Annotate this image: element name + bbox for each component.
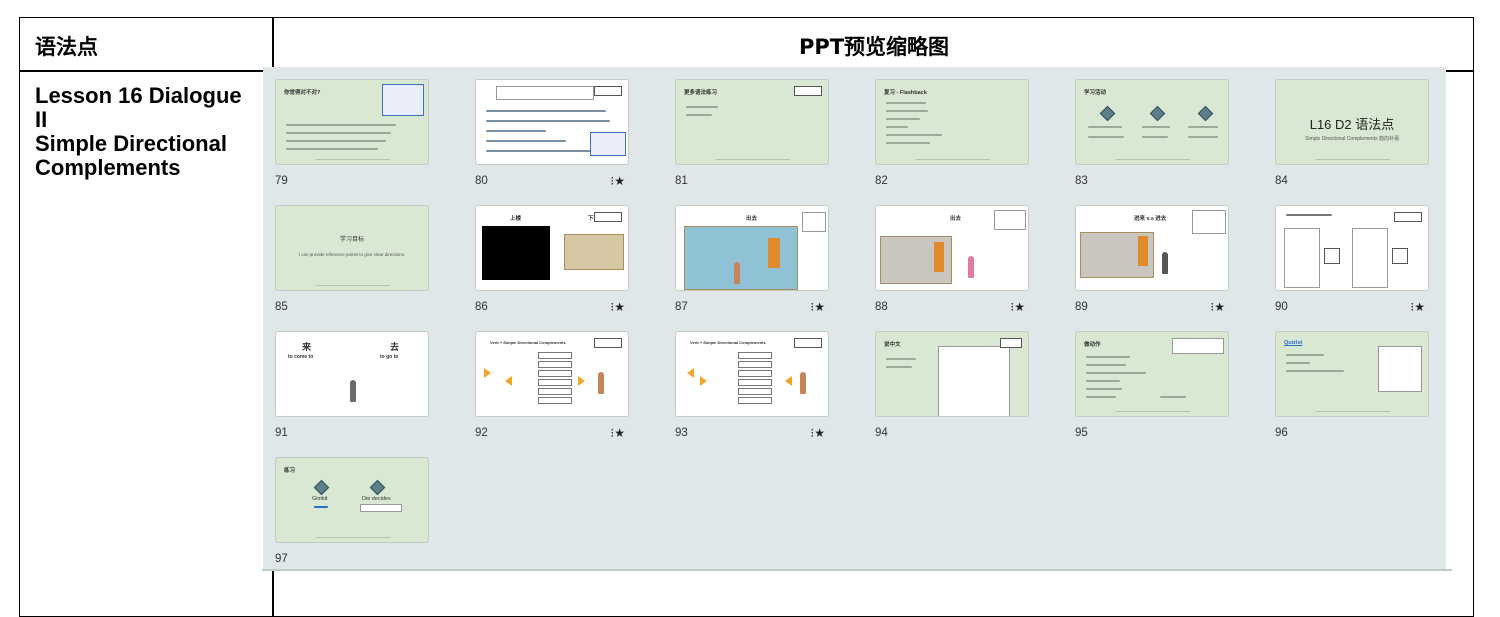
slide-number: 83 (1075, 175, 1088, 187)
slide-number: 91 (275, 427, 288, 439)
slide-number: 80 (475, 175, 488, 187)
slide-number: 84 (1275, 175, 1288, 187)
grammar-line: Lesson 16 Dialogue (35, 83, 242, 108)
slide-title: 出去 (950, 216, 962, 222)
slide-number: 81 (675, 175, 688, 187)
header-grammar-point: 语法点 (35, 35, 98, 59)
star-icon[interactable]: ⁝★ (1210, 300, 1225, 314)
slide-title: 更多语法练习 (684, 90, 718, 96)
slide-thumbnail[interactable]: Quizlet 96 (1275, 331, 1435, 457)
slide-number: 79 (275, 175, 288, 187)
slide-number: 92 (475, 427, 488, 439)
slide-title: 练习 (284, 468, 296, 474)
header-ppt-preview: PPT预览缩略图 (798, 35, 950, 59)
slide-thumbnail[interactable]: 80 ⁝★ (475, 79, 635, 205)
slide-number: 86 (475, 301, 488, 313)
slide-number: 93 (675, 427, 688, 439)
slide-number: 90 (1275, 301, 1288, 313)
slide-thumbnail[interactable]: 出去 87 ⁝★ (675, 205, 835, 331)
slide-thumbnail[interactable]: 90 ⁝★ (1275, 205, 1435, 331)
grammar-line: II (35, 107, 48, 132)
star-icon[interactable]: ⁝★ (810, 426, 825, 440)
slide-number: 87 (675, 301, 688, 313)
slide-title: L16 D2 语法点 (1309, 117, 1395, 132)
slide-title: Verb + Simple Directional Complements (690, 340, 766, 345)
slide-number: 89 (1075, 301, 1088, 313)
slide-thumbnail[interactable]: 出去 88 ⁝★ (875, 205, 1035, 331)
slide-title: 出去 (746, 216, 758, 222)
star-icon[interactable]: ⁝★ (1410, 300, 1425, 314)
star-icon[interactable]: ⁝★ (810, 300, 825, 314)
slide-title: 来 (302, 342, 312, 352)
slide-title: 上楼 (510, 216, 522, 222)
star-icon[interactable]: ⁝★ (610, 426, 625, 440)
slide-thumbnail[interactable]: L16 D2 语法点 Simple Directional Complement… (1275, 79, 1435, 205)
slide-title: 学习活动 (1084, 90, 1107, 96)
star-icon[interactable]: ⁝★ (1010, 300, 1025, 314)
slide-thumbnail[interactable]: 练习 Gimkit Die decides 97 (275, 457, 435, 583)
slide-label: Gimkit (312, 496, 328, 502)
slide-title: 进来 v.s 进去 (1134, 216, 1167, 222)
slide-thumbnail[interactable]: Verb + Simple Directional Complements 93… (675, 331, 835, 457)
slide-thumbnail[interactable]: 复习 - Flashback 82 (875, 79, 1035, 205)
slide-title: 学习目标 (339, 237, 364, 243)
grammar-line: Simple Directional (35, 131, 227, 156)
slide-subtitle: to come to (288, 354, 314, 360)
slide-thumbnail[interactable]: 来 去 to come to to go to 91 (275, 331, 435, 457)
slide-thumbnail[interactable]: 说中文 94 (875, 331, 1035, 457)
grammar-line: Complements (35, 155, 181, 180)
star-icon[interactable]: ⁝★ (610, 174, 625, 188)
slide-title: Quizlet (1284, 340, 1303, 346)
star-icon[interactable]: ⁝★ (610, 300, 625, 314)
slide-number: 82 (875, 175, 888, 187)
slide-label: Die decides (362, 496, 391, 502)
slide-thumbnail[interactable]: Verb + Simple Directional Complements 92… (475, 331, 635, 457)
slide-thumbnail[interactable]: 学习活动 83 (1075, 79, 1235, 205)
slide-title: Verb + Simple Directional Complements (490, 340, 566, 345)
slide-subtitle-2: to go to (380, 354, 399, 360)
slide-title: 复习 - Flashback (884, 90, 927, 96)
slide-subtitle: Simple Directional Complements 趋向补语 (1305, 136, 1399, 142)
slide-thumbnail-panel: 你觉得对不对? 79 80 ⁝★ 更多语法练习 81 复习 - Flashbac… (263, 67, 1446, 570)
grammar-point-cell: Lesson 16 Dialogue II Simple Directional… (35, 84, 265, 180)
slide-title: 说中文 (884, 342, 901, 348)
slide-thumbnail[interactable]: 更多语法练习 81 (675, 79, 835, 205)
slide-thumbnail[interactable]: 学习目标 I can provide reference points to g… (275, 205, 435, 331)
slide-thumbnail[interactable]: 做动作 95 (1075, 331, 1235, 457)
slide-subtitle: I can provide reference points to give c… (298, 252, 406, 257)
slide-number: 85 (275, 301, 288, 313)
slide-number: 88 (875, 301, 888, 313)
slide-number: 96 (1275, 427, 1288, 439)
slide-number: 94 (875, 427, 888, 439)
slide-thumbnail[interactable]: 上楼 下楼 86 ⁝★ (475, 205, 635, 331)
slide-thumbnail[interactable]: 你觉得对不对? 79 (275, 79, 435, 205)
slide-title: 你觉得对不对? (284, 90, 321, 96)
slide-thumbnail[interactable]: 进来 v.s 进去 89 ⁝★ (1075, 205, 1235, 331)
panel-border (262, 569, 1452, 571)
slide-title-2: 去 (390, 342, 400, 352)
slide-number: 97 (275, 553, 288, 565)
slide-number: 95 (1075, 427, 1088, 439)
slide-title: 做动作 (1084, 342, 1101, 348)
